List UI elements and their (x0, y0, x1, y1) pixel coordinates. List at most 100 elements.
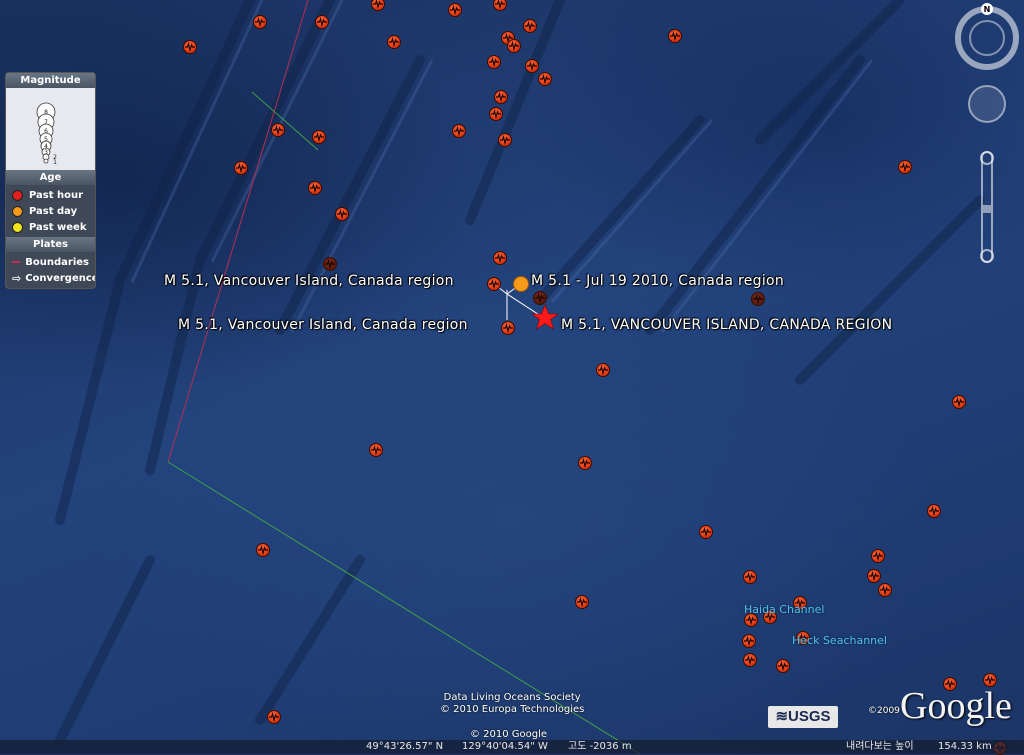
earthquake-marker[interactable] (253, 15, 267, 29)
seismic-wave-icon (371, 445, 381, 455)
north-label: N (984, 5, 991, 14)
zoom-slider[interactable] (980, 151, 994, 263)
attribution: Data Living Oceans Society © 2010 Europa… (440, 692, 584, 716)
earthquake-marker[interactable] (494, 90, 508, 104)
legend-plates-convergence: ⇨ Convergence (12, 271, 96, 285)
earthquake-marker[interactable] (523, 19, 537, 33)
seismic-wave-icon (509, 41, 519, 51)
attribution-line: Data Living Oceans Society (443, 692, 581, 703)
earthquake-marker[interactable] (776, 659, 790, 673)
seismic-wave-icon (373, 0, 383, 9)
magnitude-value: 6 (44, 128, 48, 135)
legend-age-title: Age (6, 170, 95, 185)
earthquake-marker[interactable] (271, 123, 285, 137)
quake-label[interactable]: M 5.1 - Jul 19 2010, Canada region (531, 273, 784, 289)
attribution-line: © 2010 Europa Technologies (440, 704, 585, 715)
earthquake-marker[interactable] (335, 207, 349, 221)
earthquake-marker[interactable] (871, 549, 885, 563)
earthquake-marker[interactable] (452, 124, 466, 138)
legend-age-past-day: Past day (12, 203, 89, 219)
elevation-readout: 고도 -2036 m (568, 741, 632, 752)
earthquake-marker[interactable] (743, 570, 757, 584)
seismic-wave-icon (873, 551, 883, 561)
seismic-wave-icon (880, 585, 890, 595)
seismic-wave-icon (496, 92, 506, 102)
earthquake-marker[interactable] (699, 525, 713, 539)
red-dot-icon (12, 189, 23, 201)
earthquake-marker[interactable] (742, 634, 756, 648)
earthquake-marker[interactable] (323, 257, 337, 271)
earthquake-marker[interactable] (743, 653, 757, 667)
magnitude-value: 1 (53, 159, 57, 166)
nav-controls-svg: N (955, 3, 1019, 263)
earthquake-marker[interactable] (538, 72, 552, 86)
seismic-wave-icon (489, 57, 499, 67)
earthquake-marker[interactable] (501, 321, 515, 335)
earthquake-marker[interactable] (751, 292, 765, 306)
seismic-wave-icon (185, 42, 195, 52)
seismic-wave-icon (900, 162, 910, 172)
seismic-wave-icon (598, 365, 608, 375)
earthquake-marker[interactable] (578, 456, 592, 470)
seismic-wave-icon (255, 17, 265, 27)
earthquake-marker[interactable] (234, 161, 248, 175)
earthquake-marker[interactable] (183, 40, 197, 54)
map-view[interactable]: M 5.1, Vancouver Island, Canada region M… (0, 0, 1024, 755)
earthquake-marker[interactable] (256, 543, 270, 557)
magnitude-value: 7 (44, 119, 48, 126)
magnitude-scale: 8 7 6 5 4 3 2 1 (6, 88, 95, 170)
seismic-wave-icon (580, 458, 590, 468)
orange-dot-icon (12, 205, 23, 217)
seismic-wave-icon (454, 126, 464, 136)
magnitude-value: 8 (44, 109, 48, 116)
seismic-wave-icon (745, 572, 755, 582)
seismic-wave-icon (745, 655, 755, 665)
seismic-wave-icon (540, 74, 550, 84)
earthquake-marker[interactable] (493, 251, 507, 265)
seismic-wave-icon (701, 527, 711, 537)
earthquake-marker[interactable] (525, 59, 539, 73)
seismic-wave-icon (269, 712, 279, 722)
seismic-wave-icon (495, 0, 505, 9)
seismic-wave-icon (389, 37, 399, 47)
seismic-wave-icon (314, 132, 324, 142)
seismic-wave-icon (525, 21, 535, 31)
seismic-wave-icon (753, 294, 763, 304)
earthquake-marker[interactable] (308, 181, 322, 195)
earthquake-marker[interactable] (267, 710, 281, 724)
seismic-wave-icon (503, 323, 513, 333)
earthquake-marker[interactable] (898, 160, 912, 174)
quake-label[interactable]: M 5.1, VANCOUVER ISLAND, CANADA REGION (561, 317, 892, 333)
earthquake-marker[interactable] (927, 504, 941, 518)
earthquake-marker[interactable] (668, 29, 682, 43)
seismic-wave-icon (325, 259, 335, 269)
earthquake-marker[interactable] (315, 15, 329, 29)
legend-magnitude-title: Magnitude (6, 73, 95, 88)
earthquake-marker[interactable] (533, 291, 547, 305)
earthquake-marker[interactable] (448, 3, 462, 17)
earthquake-marker[interactable] (507, 39, 521, 53)
earthquake-marker[interactable] (487, 277, 501, 291)
google-copyright: ©2009 (868, 706, 900, 716)
earthquake-marker[interactable] (387, 35, 401, 49)
compass-ring[interactable]: N (955, 3, 1019, 70)
attribution-google: © 2010 Google (470, 729, 548, 740)
usgs-logo: ≋USGS (768, 706, 838, 728)
seismic-wave-icon (310, 183, 320, 193)
seismic-wave-icon (929, 506, 939, 516)
earthquake-marker[interactable] (952, 395, 966, 409)
navigation-controls: N (954, 0, 1020, 270)
earthquake-marker[interactable] (489, 107, 503, 121)
earthquake-marker[interactable] (312, 130, 326, 144)
quake-label[interactable]: M 5.1, Vancouver Island, Canada region (164, 273, 454, 289)
earthquake-marker[interactable] (487, 55, 501, 69)
earthquake-marker[interactable] (498, 133, 512, 147)
arrow-right-icon: ⇨ (12, 271, 22, 285)
quake-label[interactable]: M 5.1, Vancouver Island, Canada region (178, 317, 468, 333)
earthquake-marker[interactable] (575, 595, 589, 609)
earthquake-marker[interactable] (596, 363, 610, 377)
earthquake-marker[interactable] (369, 443, 383, 457)
earthquake-marker[interactable] (867, 569, 881, 583)
earthquake-marker[interactable] (878, 583, 892, 597)
look-joystick[interactable] (968, 85, 1006, 123)
